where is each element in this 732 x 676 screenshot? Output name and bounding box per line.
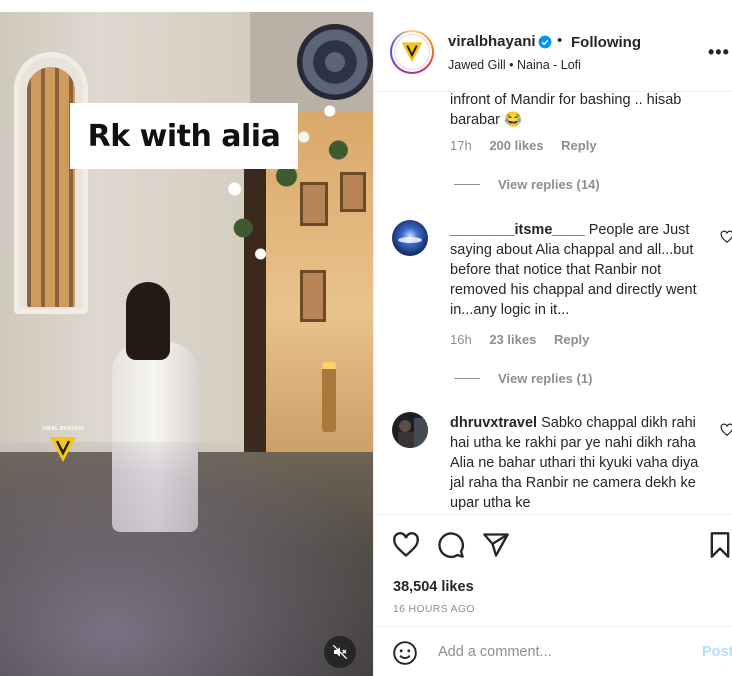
watermark-text: VIRAL BHAYANI bbox=[41, 426, 85, 432]
comment-meta: 16h 23 likes Reply bbox=[450, 332, 603, 347]
view-replies-label: View replies (1) bbox=[498, 371, 593, 386]
comment-icon[interactable] bbox=[437, 531, 465, 559]
scene-arch-window bbox=[14, 52, 88, 314]
post-actions: 38,504 likes 16 HOURS AGO bbox=[374, 514, 732, 626]
viral-bhayani-logo-icon bbox=[401, 42, 423, 63]
comment-body: dhruvxtravel Sabko chappal dikh rahi hai… bbox=[450, 413, 708, 513]
verified-badge-icon bbox=[538, 35, 552, 49]
comment-likes[interactable]: 23 likes bbox=[489, 332, 536, 347]
comment-time: 17h bbox=[450, 138, 472, 153]
post-header: viralbhayani • Following Jawed Gill • Na… bbox=[374, 12, 732, 92]
avatar-image bbox=[392, 220, 428, 256]
comment-likes[interactable]: 200 likes bbox=[489, 138, 543, 153]
comment-input[interactable] bbox=[438, 640, 688, 664]
post-likes-count[interactable]: 38,504 likes bbox=[393, 579, 474, 595]
header-separator: • bbox=[557, 32, 563, 49]
post-comment-button[interactable]: Post bbox=[702, 644, 732, 660]
comment-body: ________itsme____ People are Just saying… bbox=[450, 220, 708, 320]
comment-like-heart-icon[interactable] bbox=[720, 230, 732, 244]
comment-like-heart-icon[interactable] bbox=[720, 423, 732, 437]
scene-foreground-blur bbox=[0, 442, 373, 676]
caption-overlay: Rk with alia bbox=[70, 103, 298, 169]
heart-icon[interactable] bbox=[392, 531, 420, 559]
view-replies-button[interactable]: View replies (14) bbox=[454, 177, 600, 192]
comment-reply-button[interactable]: Reply bbox=[554, 332, 589, 347]
comment-username[interactable]: ________itsme____ bbox=[450, 222, 585, 238]
commenter-avatar[interactable] bbox=[392, 220, 428, 256]
comment-text: infront of Mandir for bashing .. hisab b… bbox=[450, 92, 682, 128]
post-timestamp[interactable]: 16 HOURS AGO bbox=[393, 603, 475, 615]
comments-list[interactable]: infront of Mandir for bashing .. hisab b… bbox=[374, 92, 732, 514]
following-button[interactable]: Following bbox=[571, 34, 641, 51]
viral-bhayani-logo-icon bbox=[50, 437, 76, 462]
view-replies-label: View replies (14) bbox=[498, 177, 600, 192]
author-username[interactable]: viralbhayani bbox=[448, 33, 536, 50]
comment-reply-button[interactable]: Reply bbox=[561, 138, 596, 153]
replies-divider bbox=[454, 184, 480, 185]
post-media[interactable]: Rk with alia VIRAL BHAYANI bbox=[0, 12, 373, 676]
avatar-image bbox=[392, 412, 428, 448]
scene-lamp bbox=[322, 362, 336, 432]
share-icon[interactable] bbox=[482, 531, 510, 559]
volume-muted-icon bbox=[332, 644, 348, 660]
more-options-icon[interactable]: ••• bbox=[708, 42, 730, 63]
bookmark-icon[interactable] bbox=[706, 531, 732, 559]
mute-button[interactable] bbox=[324, 636, 356, 668]
comment-username[interactable]: dhruvxtravel bbox=[450, 415, 537, 431]
view-replies-button[interactable]: View replies (1) bbox=[454, 371, 592, 386]
audio-track-link[interactable]: Jawed Gill • Naina - Lofi bbox=[448, 58, 581, 72]
post-side-panel: viralbhayani • Following Jawed Gill • Na… bbox=[373, 12, 732, 676]
add-comment-bar: Post bbox=[374, 626, 732, 676]
commenter-avatar[interactable] bbox=[392, 412, 428, 448]
replies-divider bbox=[454, 378, 480, 379]
watermark-logo: VIRAL BHAYANI bbox=[42, 426, 84, 476]
comment-meta: 17h 200 likes Reply bbox=[450, 138, 611, 153]
emoji-icon[interactable] bbox=[392, 640, 418, 666]
comment-time: 16h bbox=[450, 332, 472, 347]
author-avatar[interactable] bbox=[390, 30, 434, 74]
